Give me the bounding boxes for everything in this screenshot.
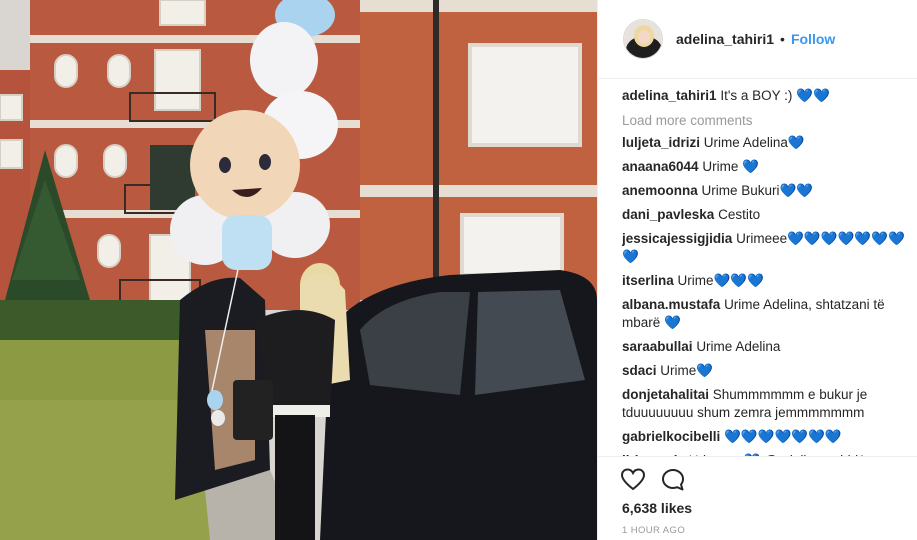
comment-item: donjetahalitai Shummmmmm e bukur je tduu… [622, 386, 907, 422]
comment-item: anaana6044 Urime 💙 [622, 158, 907, 176]
like-count[interactable]: 6,638 likes [622, 500, 692, 516]
heart-icon[interactable] [620, 467, 646, 493]
comment-username[interactable]: dani_pavleska [622, 207, 714, 222]
caption: adelina_tahiri1 It's a BOY :) 💙💙 [622, 87, 907, 105]
comment-text: Urime Adelina [696, 339, 781, 354]
comment-text: 💙💙💙💙💙💙💙 [724, 429, 842, 444]
comment-text: Urime Adelina💙 [703, 135, 805, 150]
action-bar [598, 456, 917, 493]
post-timestamp[interactable]: 1 HOUR AGO [622, 525, 685, 536]
comment-item: jessicajessigjidia Urimeee💙💙💙💙💙💙💙💙 [622, 230, 907, 266]
comment-item: itserlina Urime💙💙💙 [622, 272, 907, 290]
comment-username[interactable]: anemoonna [622, 183, 698, 198]
comment-item: sdaci Urime💙 [622, 362, 907, 380]
comment-username[interactable]: saraabullai [622, 339, 693, 354]
caption-username[interactable]: adelina_tahiri1 [622, 88, 717, 103]
follow-button[interactable]: Follow [791, 31, 835, 47]
comment-text: Urime💙💙💙 [677, 273, 764, 288]
comment-item: gabrielkocibelli 💙💙💙💙💙💙💙 [622, 428, 907, 446]
comment-username[interactable]: gabrielkocibelli [622, 429, 720, 444]
load-more-comments-button[interactable]: Load more comments [622, 113, 907, 128]
author-username[interactable]: adelina_tahiri1 [676, 31, 774, 47]
post-photo[interactable] [0, 0, 597, 540]
post-header: adelina_tahiri1 • Follow [598, 0, 917, 79]
post-image [0, 0, 597, 540]
comment-icon[interactable] [660, 467, 686, 493]
caption-text: It's a BOY :) 💙💙 [720, 88, 830, 103]
comment-username[interactable]: sdaci [622, 363, 657, 378]
comment-text: Cestito [718, 207, 761, 222]
post-sidebar: adelina_tahiri1 • Follow adelina_tahiri1… [597, 0, 917, 540]
comment-item: dani_pavleska Cestito [622, 206, 907, 224]
comment-username[interactable]: luljeta_idrizi [622, 135, 700, 150]
avatar-image [624, 20, 662, 58]
comment-item: saraabullai Urime Adelina [622, 338, 907, 356]
comment-username[interactable]: anaana6044 [622, 159, 699, 174]
comment-item: albana.mustafa Urime Adelina, shtatzani … [622, 296, 907, 332]
comment-text: Urime Bukuri💙💙 [701, 183, 814, 198]
comment-text: Urime💙 [660, 363, 714, 378]
comment-username[interactable]: itserlina [622, 273, 674, 288]
comment-item: luljeta_idrizi Urime Adelina💙 [622, 134, 907, 152]
comment-list[interactable]: adelina_tahiri1 It's a BOY :) 💙💙 Load mo… [622, 87, 907, 456]
separator-dot: • [780, 31, 785, 47]
avatar[interactable] [623, 19, 663, 59]
comment-username[interactable]: jessicajessigjidia [622, 231, 732, 246]
comment-username[interactable]: donjetahalitai [622, 387, 709, 402]
comment-username[interactable]: albana.mustafa [622, 297, 720, 312]
comment-text: Urime 💙 [702, 159, 759, 174]
comment-item: anemoonna Urime Bukuri💙💙 [622, 182, 907, 200]
